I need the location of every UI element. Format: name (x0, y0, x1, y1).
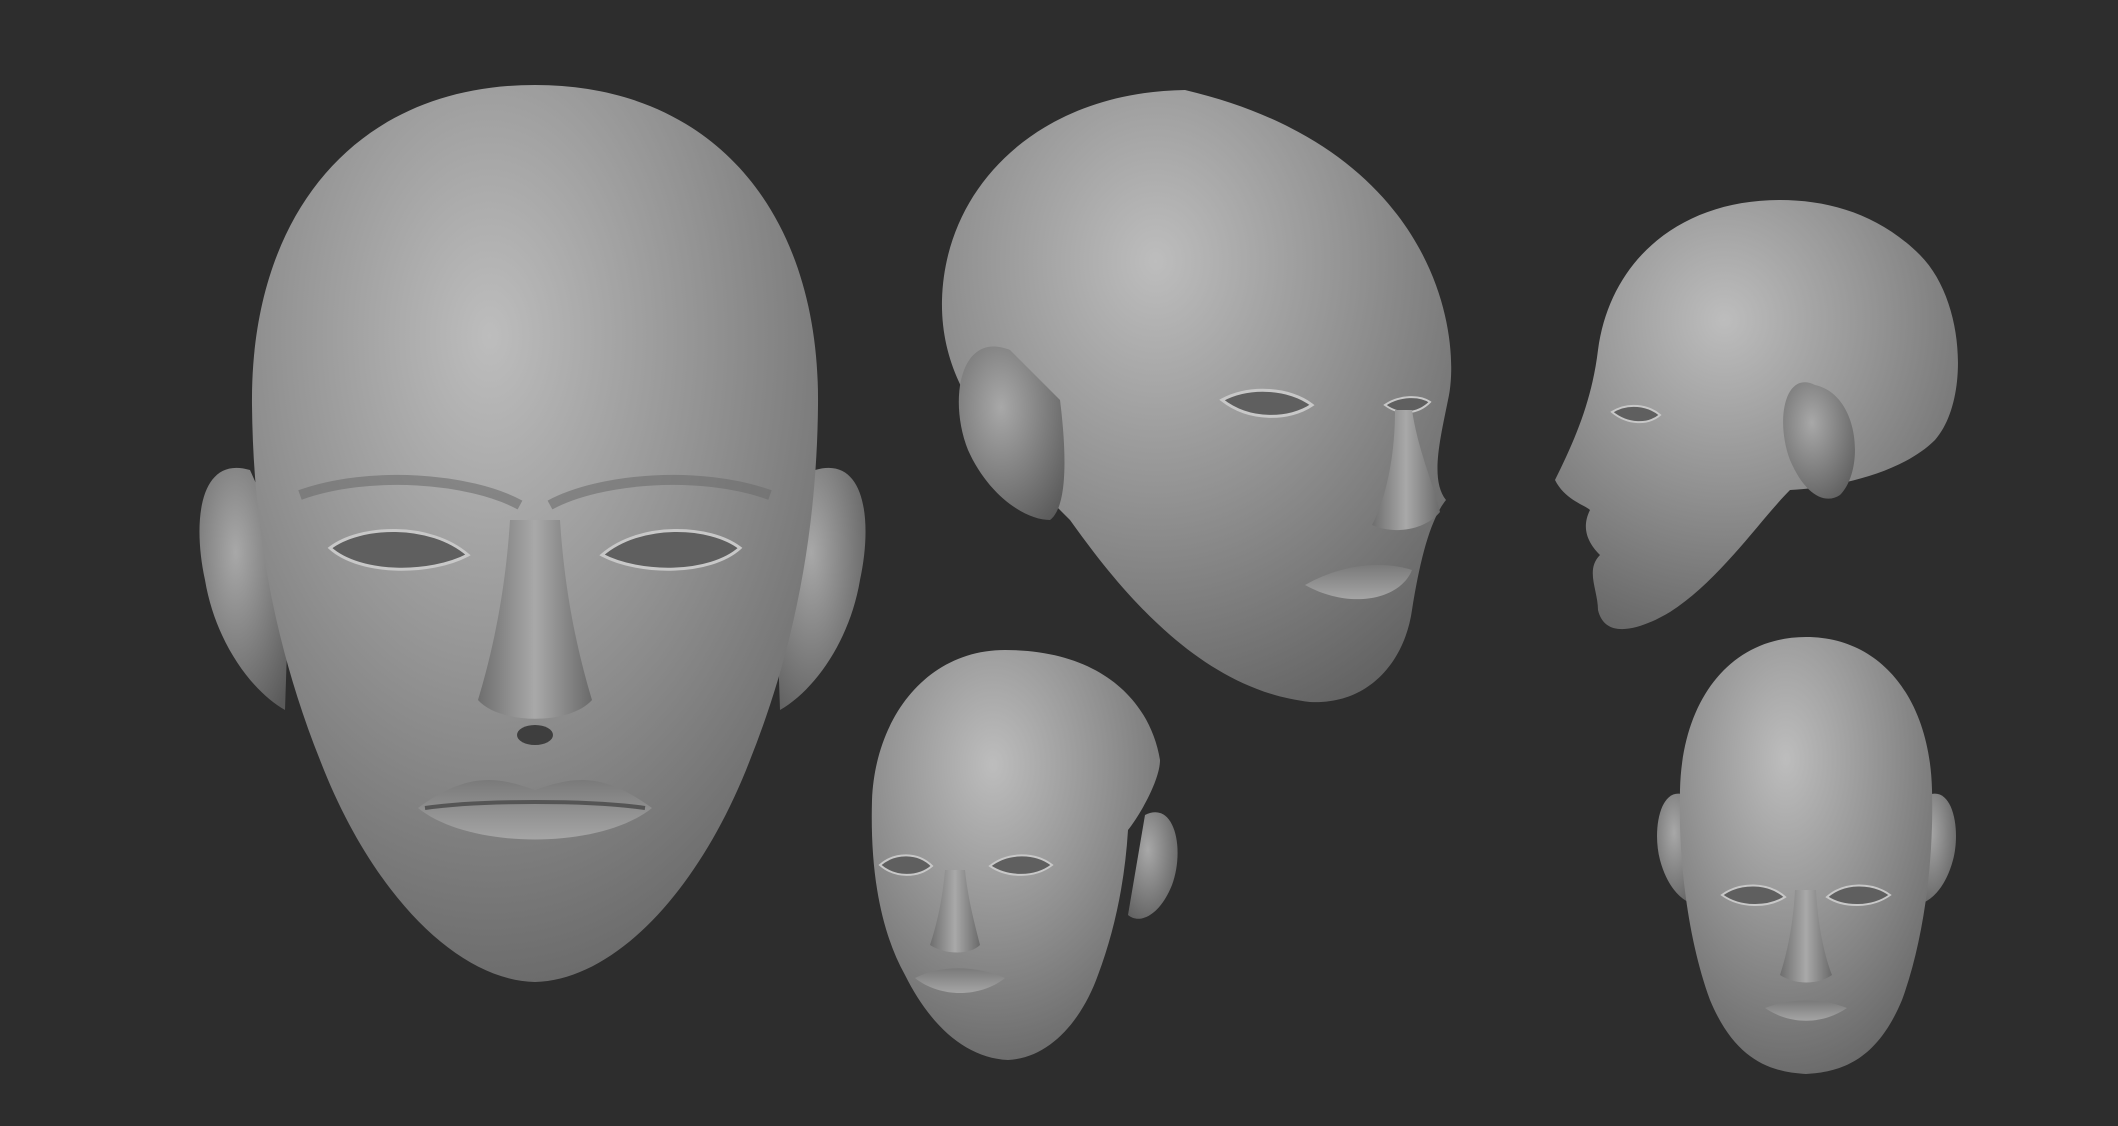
ear (1128, 812, 1178, 919)
head-side-profile (1555, 200, 1958, 630)
head-front-large (199, 85, 866, 982)
head-front-small (1657, 637, 1956, 1074)
head-three-quarter-small (871, 650, 1178, 1060)
viewport-canvas (0, 0, 2118, 1126)
nostril (517, 725, 553, 745)
head-three-quarter (941, 90, 1452, 703)
sculpt-render (199, 85, 1958, 1074)
